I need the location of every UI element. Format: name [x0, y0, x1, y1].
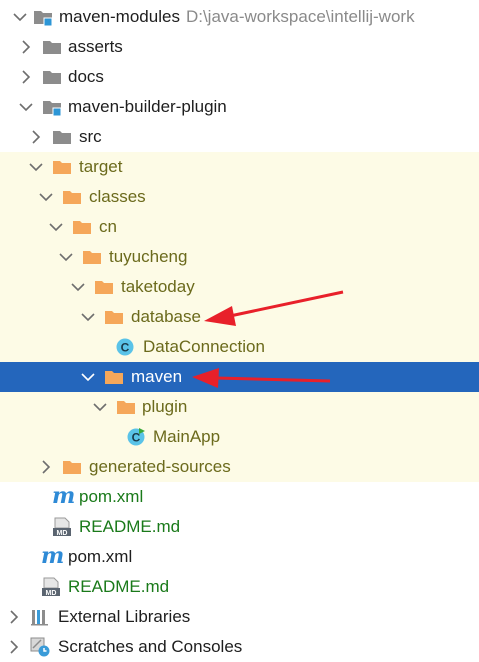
excluded-folder-icon	[104, 307, 124, 327]
tree-label: cn	[99, 217, 117, 236]
tree-label: docs	[68, 67, 104, 86]
tree-row-maven[interactable]: maven	[0, 362, 479, 392]
chevron-right-icon[interactable]	[28, 129, 44, 145]
excluded-folder-icon	[94, 277, 114, 297]
tree-row-readme-root[interactable]: MD README.md	[0, 572, 479, 602]
tree-label: pom.xml	[68, 547, 133, 566]
class-icon: C	[115, 337, 135, 357]
tree-label: target	[79, 157, 123, 176]
tree-label: tuyucheng	[109, 247, 188, 266]
tree-row-dataconnection[interactable]: C DataConnection	[0, 332, 479, 362]
folder-icon	[42, 37, 62, 57]
tree-row-cn[interactable]: cn	[0, 212, 479, 242]
chevron-right-icon[interactable]	[6, 639, 22, 655]
chevron-down-icon[interactable]	[12, 9, 28, 25]
tree-label: maven-builder-plugin	[68, 97, 227, 116]
chevron-down-icon[interactable]	[70, 279, 86, 295]
scratches-icon	[30, 637, 50, 657]
folder-icon	[52, 127, 72, 147]
runnable-class-icon: C	[126, 427, 146, 447]
module-name: maven-modules	[59, 7, 180, 26]
tree-label: Scratches and Consoles	[58, 637, 243, 656]
tree-row-asserts[interactable]: asserts	[0, 32, 479, 62]
chevron-right-icon[interactable]	[6, 609, 22, 625]
chevron-right-icon[interactable]	[18, 69, 34, 85]
tree-label: src	[79, 127, 102, 146]
chevron-down-icon[interactable]	[92, 399, 108, 415]
chevron-down-icon[interactable]	[18, 99, 34, 115]
tree-label: DataConnection	[143, 337, 265, 356]
tree-label: classes	[89, 187, 146, 206]
tree-row-scratches[interactable]: Scratches and Consoles	[0, 632, 479, 662]
project-tree: maven-modules D:\java-workspace\intellij-…	[0, 0, 479, 660]
chevron-down-icon[interactable]	[58, 249, 74, 265]
excluded-folder-icon	[62, 457, 82, 477]
tree-row-src[interactable]: src	[0, 122, 479, 152]
tree-row-pom-root[interactable]: m pom.xml	[0, 542, 479, 572]
module-folder-icon	[33, 7, 53, 27]
tree-row-mainapp[interactable]: C MainApp	[0, 422, 479, 452]
tree-row-external-libraries[interactable]: External Libraries	[0, 602, 479, 632]
markdown-icon: MD	[52, 517, 72, 537]
chevron-right-icon[interactable]	[18, 39, 34, 55]
chevron-right-icon[interactable]	[38, 459, 54, 475]
excluded-folder-icon	[116, 397, 136, 417]
tree-label: asserts	[68, 37, 123, 56]
excluded-folder-icon	[62, 187, 82, 207]
tree-row-maven-builder-plugin[interactable]: maven-builder-plugin	[0, 92, 479, 122]
library-icon	[30, 607, 50, 627]
module-folder-icon	[42, 97, 62, 117]
tree-row-classes[interactable]: classes	[0, 182, 479, 212]
tree-label: plugin	[142, 397, 188, 416]
tree-label: MainApp	[153, 427, 221, 446]
folder-icon	[42, 67, 62, 87]
tree-label: External Libraries	[58, 607, 191, 626]
tree-row-target[interactable]: target	[0, 152, 479, 182]
markdown-badge-text: MD	[46, 590, 57, 597]
tree-row-readme-inner[interactable]: MD README.md	[0, 512, 479, 542]
chevron-down-icon[interactable]	[48, 219, 64, 235]
excluded-folder-icon	[72, 217, 92, 237]
tree-row-database[interactable]: database	[0, 302, 479, 332]
tree-label: pom.xml	[79, 487, 144, 506]
tree-label: database	[131, 307, 201, 326]
tree-label: taketoday	[121, 277, 195, 296]
excluded-folder-icon	[52, 157, 72, 177]
maven-icon: m	[41, 543, 65, 569]
tree-row-maven-modules[interactable]: maven-modules D:\java-workspace\intellij-…	[0, 2, 479, 32]
excluded-folder-icon	[82, 247, 102, 267]
markdown-icon: MD	[41, 577, 61, 597]
tree-row-tuyucheng[interactable]: tuyucheng	[0, 242, 479, 272]
tree-row-plugin[interactable]: plugin	[0, 392, 479, 422]
chevron-down-icon[interactable]	[28, 159, 44, 175]
excluded-folder-icon	[104, 367, 124, 387]
tree-row-generated-sources[interactable]: generated-sources	[0, 452, 479, 482]
markdown-badge-text: MD	[57, 530, 68, 537]
maven-icon: m	[52, 483, 76, 509]
tree-row-docs[interactable]: docs	[0, 62, 479, 92]
tree-row-pom-inner[interactable]: m pom.xml	[0, 482, 479, 512]
chevron-down-icon[interactable]	[80, 309, 96, 325]
chevron-down-icon[interactable]	[38, 189, 54, 205]
tree-row-taketoday[interactable]: taketoday	[0, 272, 479, 302]
chevron-down-icon[interactable]	[80, 369, 96, 385]
class-letter: C	[121, 341, 130, 355]
tree-label: maven	[131, 367, 183, 386]
module-path: D:\java-workspace\intellij-work	[185, 7, 415, 26]
tree-label: generated-sources	[89, 457, 231, 476]
tree-label: README.md	[68, 577, 170, 596]
tree-label: README.md	[79, 517, 181, 536]
